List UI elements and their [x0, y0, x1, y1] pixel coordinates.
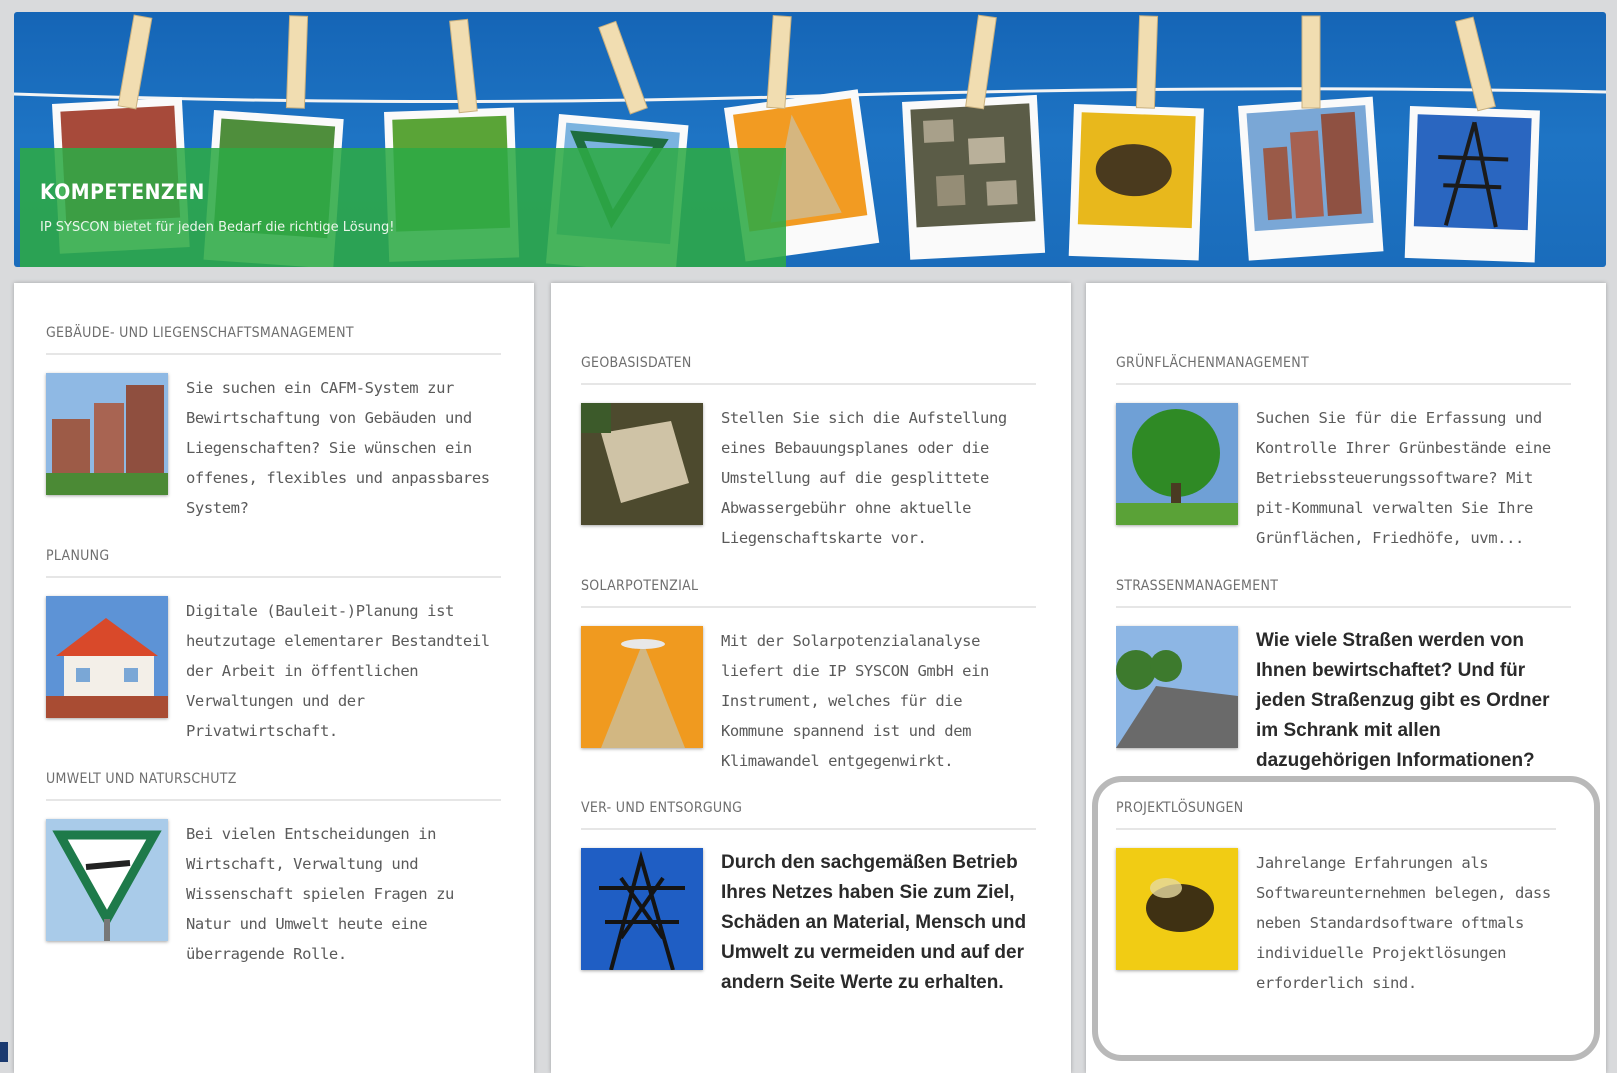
- thumbnail-buildings-image[interactable]: [46, 373, 168, 495]
- section-planung[interactable]: PLANUNG Digitale (Bauleit-)Planung ist h…: [46, 548, 501, 746]
- thumbnail-road-image[interactable]: [1116, 626, 1238, 748]
- section-ver-entsorgung[interactable]: VER- UND ENTSORGUNG Durch den sachgemäße…: [581, 800, 1036, 998]
- section-text: Digitale (Bauleit-)Planung ist heutzutag…: [186, 602, 490, 740]
- section-text: Sie suchen ein CAFM-System zur Bewirtsch…: [186, 379, 490, 517]
- section-title[interactable]: STRASSENMANAGEMENT: [1116, 578, 1571, 608]
- section-gebaeude[interactable]: GEBÄUDE- UND LIEGENSCHAFTSMANAGEMENT Sie…: [46, 325, 501, 523]
- section-umwelt[interactable]: UMWELT UND NATURSCHUTZ Bei vielen Entsch…: [46, 771, 501, 969]
- section-title[interactable]: PLANUNG: [46, 548, 501, 578]
- banner-title: KOMPETENZEN: [40, 180, 205, 204]
- section-solarpotenzial[interactable]: SOLARPOTENZIAL Mit der Solarpotenzialana…: [581, 578, 1036, 776]
- thumbnail-bee-image[interactable]: [1116, 848, 1238, 970]
- thumbnail-house-image[interactable]: [46, 596, 168, 718]
- section-text: Stellen Sie sich die Aufstellung eines B…: [721, 409, 1007, 547]
- section-title[interactable]: UMWELT UND NATURSCHUTZ: [46, 771, 501, 801]
- section-text: Wie viele Straßen werden von Ihnen bewir…: [1256, 630, 1550, 771]
- thumbnail-solar-image[interactable]: [581, 626, 703, 748]
- thumbnail-nature-sign-image[interactable]: [46, 819, 168, 941]
- section-text: Suchen Sie für die Erfassung und Kontrol…: [1256, 409, 1551, 547]
- section-text: Mit der Solarpotenzialanalyse liefert di…: [721, 632, 989, 770]
- section-title[interactable]: SOLARPOTENZIAL: [581, 578, 1036, 608]
- section-strassen[interactable]: STRASSENMANAGEMENT Wie viele Straßen wer…: [1116, 578, 1571, 778]
- section-title[interactable]: GEOBASISDATEN: [581, 355, 1036, 385]
- section-title[interactable]: GEBÄUDE- UND LIEGENSCHAFTSMANAGEMENT: [46, 325, 501, 355]
- section-title[interactable]: GRÜNFLÄCHENMANAGEMENT: [1116, 355, 1571, 385]
- banner-subtitle: IP SYSCON bietet für jeden Bedarf die ri…: [40, 220, 395, 235]
- section-text: Durch den sachgemäßen Betrieb Ihres Netz…: [721, 852, 1027, 993]
- kompetenzen-banner: KOMPETENZEN IP SYSCON bietet für jeden B…: [14, 12, 1606, 267]
- thumbnail-aerial-image[interactable]: [581, 403, 703, 525]
- section-geobasisdaten[interactable]: GEOBASISDATEN Stellen Sie sich die Aufst…: [581, 355, 1036, 553]
- thumbnail-tree-image[interactable]: [1116, 403, 1238, 525]
- thumbnail-power-pylon-image[interactable]: [581, 848, 703, 970]
- section-text: Bei vielen Entscheidungen in Wirtschaft,…: [186, 825, 454, 963]
- section-gruenflaechen[interactable]: GRÜNFLÄCHENMANAGEMENT Suchen Sie für die…: [1116, 355, 1571, 553]
- section-title[interactable]: VER- UND ENTSORGUNG: [581, 800, 1036, 830]
- section-title[interactable]: PROJEKTLÖSUNGEN: [1116, 800, 1556, 830]
- section-text: Jahrelange Erfahrungen als Softwareunter…: [1256, 854, 1551, 992]
- corner-decoration: [0, 1042, 8, 1062]
- section-projektloesungen[interactable]: PROJEKTLÖSUNGEN Jahrelange Erfahrungen a…: [1116, 800, 1566, 998]
- banner-green-overlay: [20, 148, 786, 267]
